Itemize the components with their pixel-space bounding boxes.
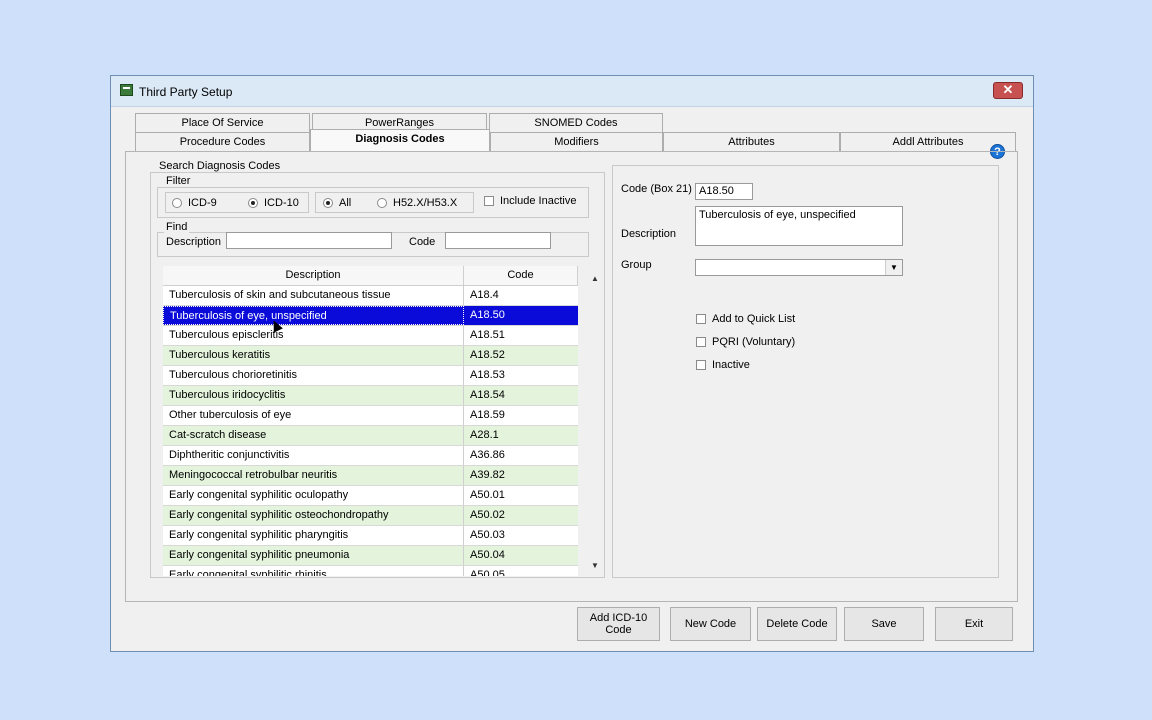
tab-procedure-codes[interactable]: Procedure Codes bbox=[135, 132, 310, 151]
table-row[interactable]: Early congenital syphilitic oculopathy A5… bbox=[163, 486, 578, 506]
table-row[interactable]: Diphtheritic conjunctivitis A36.86 bbox=[163, 446, 578, 466]
group-label: Group bbox=[621, 259, 652, 271]
row-description: Tuberculous keratitis bbox=[163, 346, 464, 365]
row-code: A50.02 bbox=[470, 509, 505, 521]
all-label: All bbox=[339, 197, 352, 209]
add-quick-list-label: Add to Quick List bbox=[712, 313, 796, 325]
table-row[interactable]: Tuberculosis of skin and subcutaneous ti… bbox=[163, 286, 578, 306]
row-description: Tuberculosis of eye, unspecified bbox=[163, 306, 464, 325]
icd9-radio[interactable] bbox=[172, 198, 182, 208]
find-code-label: Code bbox=[409, 236, 436, 248]
detail-description-textarea[interactable]: Tuberculosis of eye, unspecified bbox=[695, 206, 903, 246]
save-button[interactable]: Save bbox=[844, 607, 924, 641]
table-row[interactable]: Other tuberculosis of eye A18.59 bbox=[163, 406, 578, 426]
table-row[interactable]: Tuberculous chorioretinitis A18.53 bbox=[163, 366, 578, 386]
row-code: A50.04 bbox=[470, 549, 505, 561]
row-code: A18.50 bbox=[470, 309, 505, 321]
table-row-selected[interactable]: Tuberculosis of eye, unspecified A18.50 bbox=[163, 306, 578, 326]
row-description: Tuberculosis of skin and subcutaneous ti… bbox=[163, 286, 464, 305]
inactive-label: Inactive bbox=[712, 359, 750, 371]
row-description: Early congenital syphilitic pharyngitis bbox=[163, 526, 464, 545]
row-code: A50.01 bbox=[470, 489, 505, 501]
add-icd10-code-label: Add ICD-10 Code bbox=[589, 612, 648, 636]
table-row[interactable]: Tuberculous keratitis A18.52 bbox=[163, 346, 578, 366]
scroll-track[interactable] bbox=[591, 288, 599, 556]
find-description-input[interactable] bbox=[226, 232, 392, 249]
row-code: A18.52 bbox=[470, 349, 505, 361]
grid-scrollbar[interactable]: ▲ ▼ bbox=[587, 266, 603, 576]
h52-radio[interactable] bbox=[377, 198, 387, 208]
new-code-button[interactable]: New Code bbox=[670, 607, 751, 641]
row-description: Early congenital syphilitic oculopathy bbox=[163, 486, 464, 505]
table-row[interactable]: Tuberculous iridocyclitis A18.54 bbox=[163, 386, 578, 406]
row-code: A39.82 bbox=[470, 469, 505, 481]
icd10-label: ICD-10 bbox=[264, 197, 299, 209]
icd10-radio[interactable] bbox=[248, 198, 258, 208]
tab-modifiers[interactable]: Modifiers bbox=[490, 132, 663, 151]
row-code: A18.51 bbox=[470, 329, 505, 341]
add-quick-list-checkbox[interactable] bbox=[696, 314, 706, 324]
code-box21-input[interactable]: A18.50 bbox=[695, 183, 753, 200]
row-code: A36.86 bbox=[470, 449, 505, 461]
include-inactive-checkbox[interactable] bbox=[484, 196, 494, 206]
row-description: Cat-scratch disease bbox=[163, 426, 464, 445]
row-description: Early congenital syphilitic osteochondro… bbox=[163, 506, 464, 525]
tab-place-of-service[interactable]: Place Of Service bbox=[135, 113, 310, 132]
delete-code-button[interactable]: Delete Code bbox=[757, 607, 837, 641]
table-row[interactable]: Meningococcal retrobulbar neuritis A39.82 bbox=[163, 466, 578, 486]
row-description: Diphtheritic conjunctivitis bbox=[163, 446, 464, 465]
row-code: A18.53 bbox=[470, 369, 505, 381]
icd9-label: ICD-9 bbox=[188, 197, 217, 209]
detail-description-label: Description bbox=[621, 228, 677, 240]
inactive-checkbox[interactable] bbox=[696, 360, 706, 370]
h52-label: H52.X/H53.X bbox=[393, 197, 458, 209]
row-description: Tuberculous iridocyclitis bbox=[163, 386, 464, 405]
filter-label: Filter bbox=[164, 175, 193, 187]
tab-snomed-codes[interactable]: SNOMED Codes bbox=[489, 113, 663, 132]
close-button[interactable]: ✕ bbox=[993, 82, 1023, 99]
row-description: Meningococcal retrobulbar neuritis bbox=[163, 466, 464, 485]
grid-header: Description Code bbox=[163, 266, 578, 286]
table-row[interactable]: Early congenital syphilitic pneumonia A50… bbox=[163, 546, 578, 566]
chevron-down-icon[interactable]: ▼ bbox=[885, 260, 902, 275]
add-icd10-code-button[interactable]: Add ICD-10 Code bbox=[577, 607, 660, 641]
search-group-label: Search Diagnosis Codes bbox=[157, 160, 283, 172]
table-row[interactable]: Cat-scratch disease A28.1 bbox=[163, 426, 578, 446]
row-description: Early congenital syphilitic rhinitis bbox=[163, 566, 464, 576]
table-row[interactable]: Tuberculous episcleritis A18.51 bbox=[163, 326, 578, 346]
pqri-label: PQRI (Voluntary) bbox=[712, 336, 796, 348]
all-radio[interactable] bbox=[323, 198, 333, 208]
tab-diagnosis-codes[interactable]: Diagnosis Codes bbox=[310, 129, 490, 151]
code-box21-label: Code (Box 21) bbox=[621, 183, 692, 195]
table-row[interactable]: Early congenital syphilitic pharyngitis A… bbox=[163, 526, 578, 546]
row-description: Tuberculous chorioretinitis bbox=[163, 366, 464, 385]
row-code: A18.59 bbox=[470, 409, 505, 421]
row-code: A50.05 bbox=[470, 569, 505, 576]
find-description-label: Description bbox=[166, 236, 222, 248]
row-description: Tuberculous episcleritis bbox=[163, 326, 464, 345]
row-code: A28.1 bbox=[470, 429, 499, 441]
group-select[interactable]: ▼ bbox=[695, 259, 903, 276]
row-code: A18.54 bbox=[470, 389, 505, 401]
table-row[interactable]: Early congenital syphilitic osteochondro… bbox=[163, 506, 578, 526]
window-title: Third Party Setup bbox=[139, 85, 233, 99]
scroll-down-icon[interactable]: ▼ bbox=[587, 558, 603, 574]
table-row[interactable]: Early congenital syphilitic rhinitis A50.… bbox=[163, 566, 578, 576]
include-inactive-label: Include Inactive bbox=[500, 195, 577, 207]
pqri-checkbox[interactable] bbox=[696, 337, 706, 347]
diagnosis-grid: Description Code Tuberculosis of skin an… bbox=[163, 266, 578, 576]
row-description: Other tuberculosis of eye bbox=[163, 406, 464, 425]
title-bar: Third Party Setup ✕ bbox=[111, 76, 1033, 107]
tab-attributes[interactable]: Attributes bbox=[663, 132, 840, 151]
exit-button[interactable]: Exit bbox=[935, 607, 1013, 641]
column-header-description[interactable]: Description bbox=[163, 266, 464, 285]
row-description: Early congenital syphilitic pneumonia bbox=[163, 546, 464, 565]
row-code: A50.03 bbox=[470, 529, 505, 541]
app-icon bbox=[120, 84, 133, 96]
row-code: A18.4 bbox=[470, 289, 499, 301]
find-label: Find bbox=[164, 221, 190, 233]
scroll-up-icon[interactable]: ▲ bbox=[587, 271, 603, 287]
column-header-code[interactable]: Code bbox=[464, 266, 578, 285]
find-code-input[interactable] bbox=[445, 232, 551, 249]
